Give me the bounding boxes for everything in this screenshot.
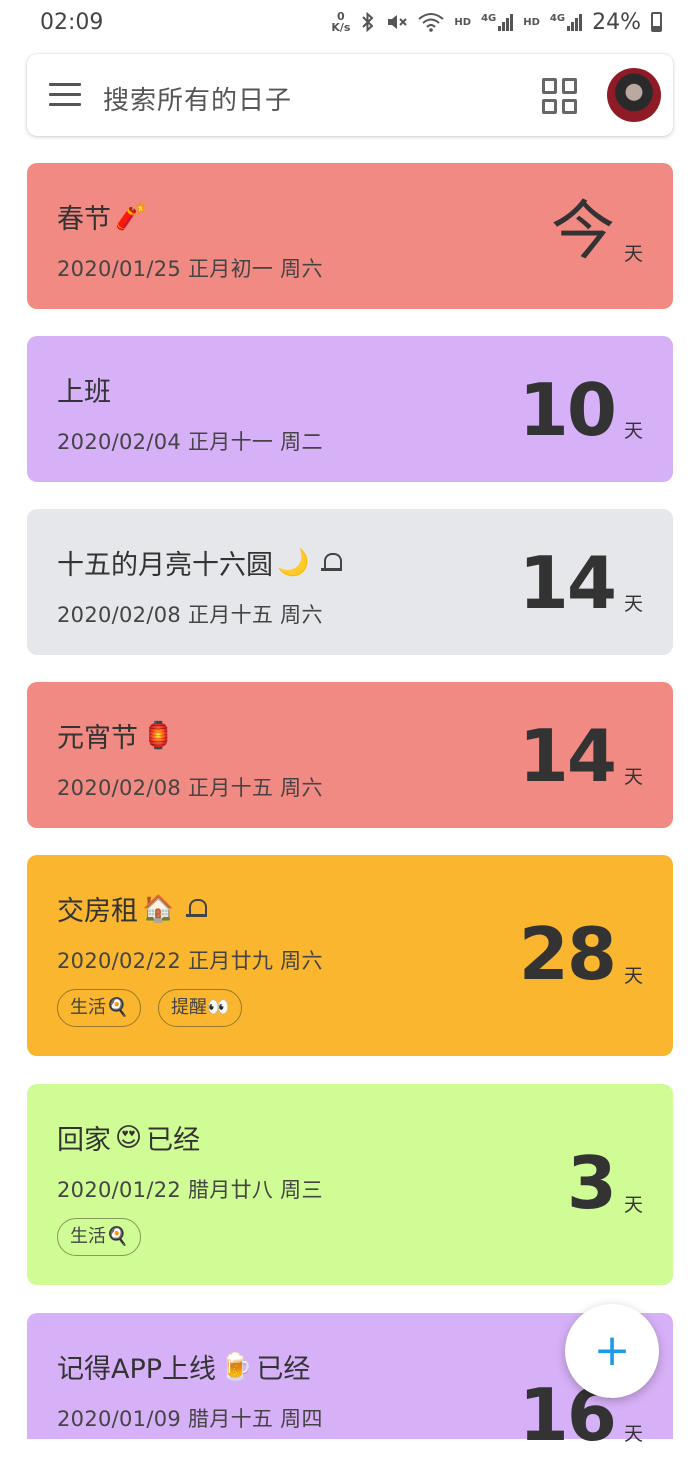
event-title: 十五的月亮十六圆 🌙 [57, 543, 343, 582]
event-card[interactable]: 回家 😍 已经 2020/01/22 腊月廿八 周三 生活🍳 3 天 [27, 1084, 673, 1285]
add-event-button[interactable]: + [565, 1304, 659, 1398]
days-unit: 天 [623, 1194, 643, 1216]
tag-chip[interactable]: 生活🍳 [57, 989, 142, 1027]
status-time: 02:09 [40, 9, 104, 35]
bluetooth-icon [362, 12, 374, 32]
house-icon: 🏠 [142, 893, 175, 924]
plus-icon: + [593, 1325, 631, 1376]
event-card[interactable]: 元宵节 🏮 2020/02/08 正月十五 周六 14 天 [27, 682, 673, 828]
days-unit: 天 [623, 965, 643, 987]
days-count: 今 [551, 195, 615, 269]
days-unit: 天 [623, 420, 643, 442]
heart-eyes-icon: 😍 [115, 1122, 143, 1153]
event-date: 2020/01/25 正月初一 周六 [57, 257, 323, 281]
bell-icon [186, 897, 208, 921]
event-card[interactable]: 十五的月亮十六圆 🌙 2020/02/08 正月十五 周六 14 天 [27, 509, 673, 655]
event-date: 2020/02/08 正月十五 周六 [57, 776, 323, 800]
firecracker-icon: 🧨 [115, 201, 148, 232]
days-count: 3 [566, 1141, 617, 1225]
signal-icon: 4G [481, 13, 514, 31]
days-count: 14 [518, 541, 617, 625]
event-date: 2020/02/22 正月廿九 周六 [57, 949, 323, 973]
event-title: 交房租 🏠 [57, 889, 208, 928]
grid-view-icon[interactable] [542, 78, 578, 114]
avatar[interactable] [607, 68, 661, 122]
days-unit: 天 [623, 766, 643, 788]
days-count: 28 [518, 912, 617, 996]
search-bar[interactable]: 搜索所有的日子 [27, 54, 673, 136]
battery-icon [651, 12, 662, 32]
menu-icon[interactable] [49, 83, 81, 107]
event-date: 2020/01/09 腊月十五 周四 [57, 1407, 323, 1431]
days-count: 14 [518, 714, 617, 798]
days-count: 10 [518, 368, 617, 452]
event-date: 2020/02/08 正月十五 周六 [57, 603, 323, 627]
bell-icon [321, 551, 343, 575]
beer-icon: 🍺 [220, 1351, 253, 1382]
tag-chip[interactable]: 提醒👀 [158, 989, 243, 1027]
event-date: 2020/01/22 腊月廿八 周三 [57, 1178, 323, 1202]
status-icons: 0 K/s HD 4G HD 4G 24% [331, 10, 662, 35]
event-title: 春节 🧨 [57, 201, 148, 236]
battery-percent: 24% [592, 9, 641, 35]
net-speed: 0 K/s [331, 10, 351, 34]
days-unit: 天 [623, 1423, 643, 1445]
days-unit: 天 [623, 243, 643, 265]
lantern-icon: 🏮 [142, 720, 175, 751]
event-card[interactable]: 上班 2020/02/04 正月十一 周二 10 天 [27, 336, 673, 482]
event-date: 2020/02/04 正月十一 周二 [57, 430, 323, 454]
signal-icon: 4G [550, 13, 583, 31]
status-bar: 02:09 0 K/s HD 4G HD 4G 24% [0, 0, 700, 44]
event-card[interactable]: 交房租 🏠 2020/02/22 正月廿九 周六 生活🍳 提醒👀 28 天 [27, 855, 673, 1056]
event-title: 元宵节 🏮 [57, 720, 175, 755]
event-title: 记得APP上线 🍺 已经 [57, 1351, 311, 1386]
search-input[interactable]: 搜索所有的日子 [103, 80, 292, 117]
moon-icon: 🌙 [277, 547, 310, 578]
event-title: 回家 😍 已经 [57, 1122, 201, 1157]
tag-chip[interactable]: 生活🍳 [57, 1218, 142, 1256]
mute-icon [388, 15, 408, 29]
event-card[interactable]: 春节 🧨 2020/01/25 正月初一 周六 今 天 [27, 163, 673, 309]
days-unit: 天 [623, 593, 643, 615]
wifi-icon [418, 13, 445, 32]
event-title: 上班 [57, 377, 111, 408]
